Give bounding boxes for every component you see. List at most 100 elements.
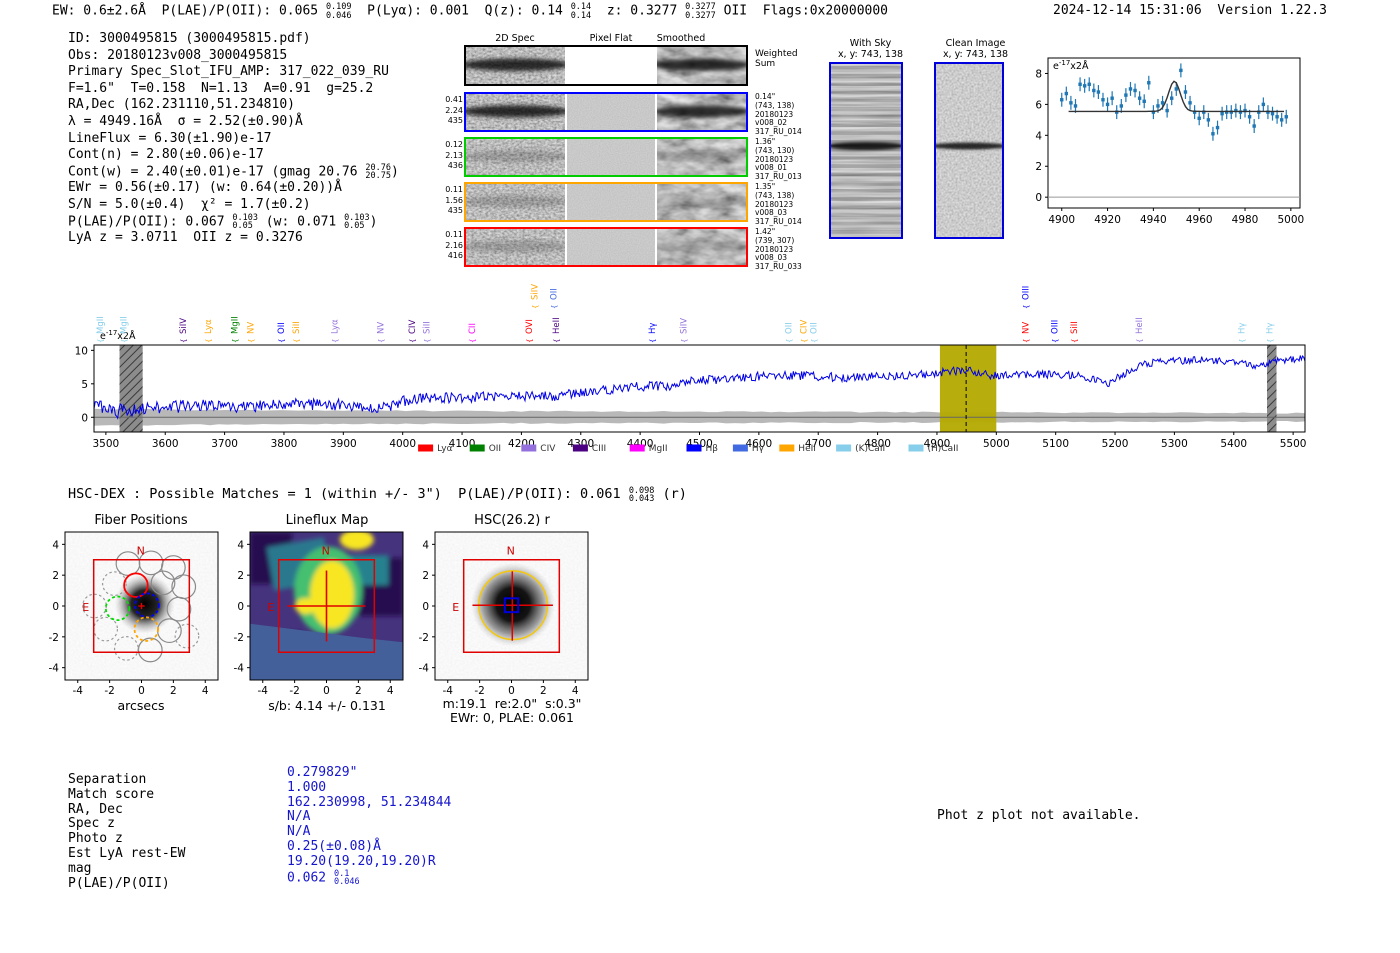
- right-label: Weighted: [755, 49, 798, 59]
- data-point: [1170, 96, 1174, 100]
- line-label: OII: [277, 322, 287, 334]
- y-tick-label: 0: [422, 601, 429, 613]
- sky-stripe: [831, 197, 901, 201]
- text-run: 0.25(±0.08)Å: [287, 838, 381, 854]
- info-line: Primary Spec_Slot_IFU_AMP: 317_022_039_R…: [68, 64, 399, 81]
- data-point: [1137, 96, 1142, 100]
- line-label: Hγ: [1265, 323, 1275, 334]
- dark-band: [657, 240, 746, 253]
- left-label: 2.16: [445, 240, 463, 250]
- y-tick-label: -2: [234, 632, 244, 644]
- clean-image-subtitle: x, y: 743, 138: [942, 49, 1009, 60]
- line-label-group: { CIV: [799, 320, 809, 343]
- text-run: Cont(w) = 2.40(±0.01)e-17 (gmag 20.76: [68, 164, 366, 180]
- text-run: P(Lyα): 0.001 Q(z): 0.14: [351, 3, 571, 19]
- clean-image-noise: [936, 64, 1002, 237]
- cutout-row: [464, 137, 748, 177]
- sup-sub-value: 0.109 0.046: [326, 3, 352, 20]
- line-label-bracket: {: [1022, 305, 1030, 309]
- data-point: [1197, 116, 1201, 121]
- legend-swatch: [908, 444, 924, 452]
- data-point: [1101, 98, 1105, 102]
- smoothed-image: [657, 47, 746, 84]
- data-point: [1270, 111, 1275, 116]
- noise-texture: [567, 139, 655, 175]
- line-label-group: {NV: [247, 322, 257, 343]
- y-tick-label: 10: [75, 345, 88, 357]
- info-line: LyA z = 3.0711 OII z = 0.3276: [68, 230, 399, 247]
- smoothed-image: [657, 94, 746, 130]
- right-label: 317_RU_013: [755, 172, 802, 182]
- text-run: 0.062: [287, 870, 334, 886]
- x-tick-label: 3600: [152, 438, 179, 450]
- data-point: [1105, 102, 1110, 107]
- spec2d-cell: [466, 94, 565, 130]
- y-tick-label: 4: [1035, 130, 1042, 142]
- column-title-pixelflat: Pixel Flat: [589, 33, 633, 44]
- legend-label: CIII: [592, 444, 606, 454]
- line-label-bracket: {: [469, 339, 477, 343]
- info-line: Cont(w) = 2.40(±0.01)e-17 (gmag 20.76 20…: [68, 164, 399, 181]
- data-point: [1110, 96, 1114, 100]
- info-line: Obs: 20180123v008_3000495815: [68, 48, 399, 65]
- table-row-value: 0.062 0.1 0.046: [287, 870, 451, 887]
- masked-band: [1267, 345, 1277, 432]
- right-label: 317_RU_014: [755, 217, 802, 227]
- line-label: OIII: [1051, 320, 1061, 334]
- line-label: Hγ: [648, 323, 658, 334]
- line-label: NV: [247, 322, 257, 334]
- data-point: [1275, 115, 1279, 119]
- line-label: CIV: [799, 320, 809, 334]
- x-tick-label: 5100: [1042, 438, 1069, 450]
- x-tick-label: 2: [355, 685, 362, 697]
- data-point: [1142, 99, 1146, 103]
- line-label-bracket: {: [800, 339, 808, 343]
- table-row-value: 1.000: [287, 780, 451, 796]
- sub-value: 0.3277: [685, 10, 716, 21]
- line-label: OII: [550, 288, 560, 300]
- y-tick-label: 4: [422, 539, 429, 551]
- line-label: SiIV: [680, 318, 690, 334]
- data-point: [1069, 101, 1073, 105]
- left-label: 416: [447, 251, 463, 260]
- y-tick-label: -4: [234, 663, 245, 675]
- text-run: (w: 0.071: [257, 214, 345, 230]
- info-line: F=1.6" T=0.158 N=1.13 A=0.91 g=25.2: [68, 81, 399, 98]
- text-run: EWr = 0.56(±0.17) (w: 0.64(±0.20))Å: [68, 180, 342, 196]
- line-label-bracket: {: [278, 339, 286, 343]
- y-tick-label: -2: [49, 632, 59, 644]
- legend-label: (K)CaII: [855, 444, 885, 454]
- cutout-row-right-labels: 0.14" (743, 138) 20180123 v008_02 317_RU_014: [755, 92, 819, 137]
- sup-sub-value: 20.76 20.75: [365, 164, 391, 181]
- hsc-caption-1: m:19.1 re:2.0" s:0.3": [442, 696, 582, 711]
- text-run: 0.279829": [287, 765, 358, 780]
- line-label: HeII: [1135, 317, 1145, 334]
- sub-value: 0.14: [570, 10, 592, 21]
- x-tick-label: -2: [104, 685, 114, 697]
- sky-stripe: [831, 123, 901, 127]
- with-sky-title: With Sky: [849, 38, 892, 49]
- line-label-group: {SiII: [1070, 321, 1080, 343]
- spec2d-cell: [466, 47, 565, 84]
- line-label-group: {OIII: [1021, 286, 1031, 309]
- dark-band: [657, 150, 746, 163]
- table-row-label: P(LAE)/P(OII): [68, 875, 170, 891]
- legend-swatch: [779, 444, 795, 452]
- text-run: P(LAE)/P(OII): 0.067: [68, 214, 233, 230]
- info-line: ID: 3000495815 (3000495815.pdf): [68, 31, 399, 48]
- dark-band: [936, 142, 1002, 150]
- info-line: RA,Dec (162.231110,51.234810): [68, 97, 399, 114]
- match-table-values: 0.279829" 1.000 162.230998, 51.234844 N/A N/…: [287, 765, 451, 887]
- y-tick-label: 2: [1035, 161, 1042, 173]
- sky-stripe: [831, 156, 901, 160]
- dark-band: [466, 58, 565, 72]
- left-label: 435: [447, 206, 463, 215]
- smoothed-cell: [657, 229, 746, 265]
- line-label-group: {Hγ: [1265, 323, 1275, 343]
- column-title-2dspec: 2D Spec: [495, 33, 535, 44]
- line-label-group: {MgII: [231, 316, 241, 343]
- data-point: [1060, 98, 1064, 102]
- y-tick-label: 4: [52, 539, 59, 551]
- legend-label: MgII: [649, 444, 668, 454]
- lineflux-caption: s/b: 4.14 +/- 0.131: [268, 698, 386, 713]
